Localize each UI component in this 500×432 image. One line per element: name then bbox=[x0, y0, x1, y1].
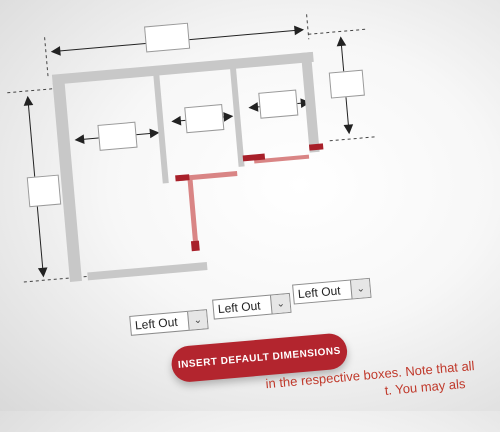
arrow-head bbox=[336, 36, 347, 47]
arrow-head bbox=[50, 46, 61, 56]
arrow-head bbox=[149, 128, 160, 139]
door-2-jamb bbox=[190, 240, 200, 252]
door-4-jamb bbox=[308, 143, 324, 151]
doors bbox=[175, 143, 324, 252]
chevron-down-icon[interactable]: ⌄ bbox=[187, 310, 208, 330]
room2-width-input[interactable] bbox=[184, 104, 225, 134]
door-2-direction-value: Left Out bbox=[217, 298, 262, 317]
arrow-head bbox=[294, 25, 305, 36]
arrow-head bbox=[23, 95, 34, 106]
door-1-direction-value: Left Out bbox=[134, 314, 179, 333]
extension-line-bottom-left bbox=[23, 275, 96, 283]
arrow-head bbox=[171, 115, 182, 126]
configurator-stage: Left Out ⌄ Left Out ⌄ Left Out ⌄ INSERT … bbox=[0, 0, 500, 411]
arrow-head bbox=[37, 267, 48, 278]
extension-line-right-top bbox=[306, 14, 310, 40]
partition-1 bbox=[153, 73, 169, 184]
door-2-swing bbox=[187, 176, 199, 248]
extension-line-top-left bbox=[7, 88, 55, 94]
chevron-down-icon[interactable]: ⌄ bbox=[269, 293, 291, 314]
extension-line-left-top bbox=[44, 37, 49, 78]
extension-line-top-right bbox=[308, 28, 366, 35]
arrow-head bbox=[343, 124, 354, 135]
extension-line-mid-right bbox=[329, 136, 375, 142]
arrow-head bbox=[223, 112, 234, 122]
top-wall bbox=[51, 51, 314, 85]
arrow-head bbox=[74, 134, 85, 144]
overall-height-input[interactable] bbox=[26, 174, 62, 208]
door-1-jamb bbox=[175, 174, 190, 182]
floor-plan-panel: Left Out ⌄ Left Out ⌄ Left Out ⌄ INSERT … bbox=[0, 0, 500, 432]
chevron-down-icon[interactable]: ⌄ bbox=[349, 278, 371, 299]
arrow-head bbox=[248, 102, 259, 112]
door-3-direction-value: Left Out bbox=[297, 283, 342, 302]
right-height-input[interactable] bbox=[328, 69, 365, 99]
bottom-wall bbox=[87, 261, 208, 281]
walls bbox=[51, 51, 320, 282]
overall-width-input[interactable] bbox=[144, 22, 191, 53]
room3-width-input[interactable] bbox=[258, 89, 299, 119]
room1-width-input[interactable] bbox=[97, 121, 138, 151]
